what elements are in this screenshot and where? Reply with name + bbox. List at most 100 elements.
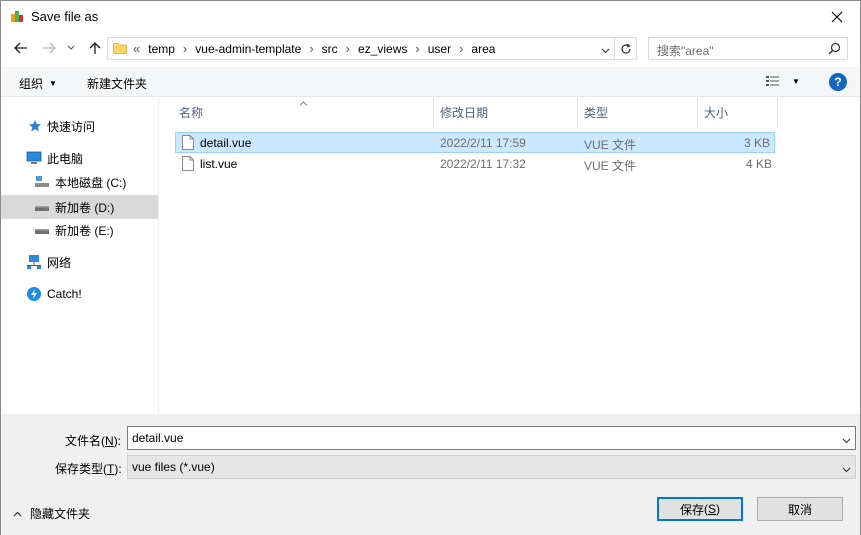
refresh-icon [620, 43, 631, 54]
arrow-up-icon [89, 42, 101, 54]
sidebar-item-network[interactable]: 网络 [1, 250, 158, 274]
sidebar-item-this-pc[interactable]: 此电脑 [1, 146, 158, 170]
sidebar-item-label: Catch! [47, 287, 82, 301]
file-row[interactable]: detail.vue 2022/2/11 17:59 VUE 文件 3 KB [175, 132, 775, 153]
star-icon [27, 118, 43, 134]
organize-button[interactable]: 组织 ▼ [19, 75, 57, 92]
caret-down-icon: ▼ [792, 76, 800, 86]
cancel-button[interactable]: 取消 [757, 497, 843, 521]
filetype-select[interactable]: vue files (*.vue) [127, 455, 856, 479]
network-icon [26, 254, 42, 270]
breadcrumb-separator[interactable]: › [183, 42, 187, 55]
breadcrumb-item[interactable]: area [471, 42, 495, 56]
sidebar-item-label: 此电脑 [47, 151, 84, 166]
search-input[interactable]: 搜索"area" [648, 37, 848, 60]
file-size: 3 KB [743, 136, 770, 150]
breadcrumb-overflow[interactable]: « [133, 42, 140, 55]
column-header-label: 修改日期 [440, 105, 489, 120]
sidebar-item-quick-access[interactable]: 快速访问 [1, 114, 158, 138]
refresh-button[interactable] [615, 37, 637, 60]
breadcrumb-item[interactable]: user [428, 42, 451, 56]
breadcrumb-separator[interactable]: › [459, 42, 463, 55]
app-icon [10, 9, 24, 23]
file-row[interactable]: list.vue 2022/2/11 17:32 VUE 文件 4 KB [175, 153, 775, 174]
sidebar-item-label: 本地磁盘 (C:) [55, 175, 127, 190]
recent-locations-button[interactable] [63, 37, 79, 59]
breadcrumb-item[interactable]: src [322, 42, 338, 56]
navigation-pane: 快速访问 此电脑 本地磁盘 (C:) 新加卷 (D:) 新加卷 (E:) 网络 … [1, 98, 159, 414]
hide-folders-toggle[interactable]: 隐藏文件夹 [13, 505, 90, 522]
new-folder-button[interactable]: 新建文件夹 [87, 75, 147, 92]
close-button[interactable] [814, 1, 860, 32]
breadcrumb-separator[interactable]: › [309, 42, 313, 55]
column-header-type[interactable]: 类型 [584, 98, 608, 126]
view-options-button[interactable]: ▼ [765, 74, 800, 88]
sort-ascending-icon [299, 98, 308, 108]
sidebar-item-drive-e[interactable]: 新加卷 (E:) [1, 218, 158, 242]
file-list: 名称 修改日期 类型 大小 detail.vue 2022/2/11 17:59… [160, 98, 860, 414]
close-icon [831, 11, 843, 22]
address-dropdown-button[interactable] [601, 43, 610, 57]
caret-down-icon: ▼ [49, 79, 57, 88]
file-name: detail.vue [200, 136, 252, 150]
column-header-modified[interactable]: 修改日期 [440, 98, 488, 126]
chevron-down-icon [67, 45, 75, 50]
file-type: VUE 文件 [584, 138, 637, 152]
drive-icon [34, 222, 50, 238]
breadcrumb-item[interactable]: vue-admin-template [195, 42, 301, 56]
up-button[interactable] [84, 37, 106, 59]
folder-icon [113, 42, 127, 57]
forward-button[interactable] [38, 37, 60, 59]
computer-icon [26, 150, 42, 166]
file-icon [182, 135, 194, 153]
file-size: 4 KB [745, 157, 772, 171]
breadcrumb-separator[interactable]: › [346, 42, 350, 55]
breadcrumb-item[interactable]: temp [148, 42, 175, 56]
drive-icon [34, 199, 50, 215]
title-bar: Save file as [1, 1, 860, 32]
filetype-value: vue files (*.vue) [132, 460, 215, 474]
catch-icon [26, 286, 42, 302]
file-modified: 2022/2/11 17:59 [440, 136, 526, 150]
filename-label: 文件名(N): [65, 434, 122, 448]
help-button[interactable]: ? [829, 73, 847, 91]
new-folder-label: 新建文件夹 [87, 77, 148, 91]
sidebar-item-drive-d[interactable]: 新加卷 (D:) [1, 195, 158, 219]
search-icon[interactable] [828, 42, 841, 58]
toolbar: 组织 ▼ 新建文件夹 ▼ ? [1, 67, 860, 97]
save-file-dialog: Save file as « temp › vue-admin-template… [0, 0, 861, 535]
chevron-down-icon [601, 48, 610, 54]
column-divider[interactable] [577, 98, 578, 126]
column-divider[interactable] [777, 98, 778, 126]
filename-value: detail.vue [132, 431, 184, 445]
file-type: VUE 文件 [584, 159, 637, 173]
sidebar-item-drive-c[interactable]: 本地磁盘 (C:) [1, 170, 158, 194]
arrow-right-icon [43, 42, 56, 54]
sidebar-item-label: 新加卷 (D:) [55, 200, 115, 215]
column-divider[interactable] [697, 98, 698, 126]
drive-c-icon [34, 174, 50, 190]
chevron-down-icon[interactable] [842, 433, 851, 447]
column-divider[interactable] [433, 98, 434, 126]
sidebar-item-catch[interactable]: Catch! [1, 282, 158, 306]
address-bar[interactable]: « temp › vue-admin-template › src › ez_v… [107, 37, 615, 60]
back-button[interactable] [10, 37, 32, 59]
details-view-icon [766, 76, 779, 86]
save-button[interactable]: 保存(S) [657, 497, 743, 521]
caret-up-icon [13, 509, 22, 519]
sidebar-item-label: 网络 [47, 255, 72, 270]
column-header-name[interactable]: 名称 [179, 98, 203, 126]
filename-input[interactable]: detail.vue [127, 426, 856, 450]
sidebar-item-label: 新加卷 (E:) [55, 223, 114, 238]
breadcrumb-item[interactable]: ez_views [358, 42, 407, 56]
save-form: 文件名(N): detail.vue 保存类型(T): vue files (*… [1, 414, 860, 535]
column-header-size[interactable]: 大小 [704, 98, 728, 126]
chevron-down-icon [842, 462, 851, 476]
arrow-left-icon [14, 42, 27, 54]
breadcrumb-separator[interactable]: › [415, 42, 419, 55]
sidebar-item-label: 快速访问 [47, 119, 96, 134]
breadcrumb: « temp › vue-admin-template › src › ez_v… [133, 41, 495, 57]
column-header-label: 类型 [584, 105, 609, 120]
hide-folders-label: 隐藏文件夹 [30, 507, 91, 521]
file-icon [182, 156, 194, 174]
